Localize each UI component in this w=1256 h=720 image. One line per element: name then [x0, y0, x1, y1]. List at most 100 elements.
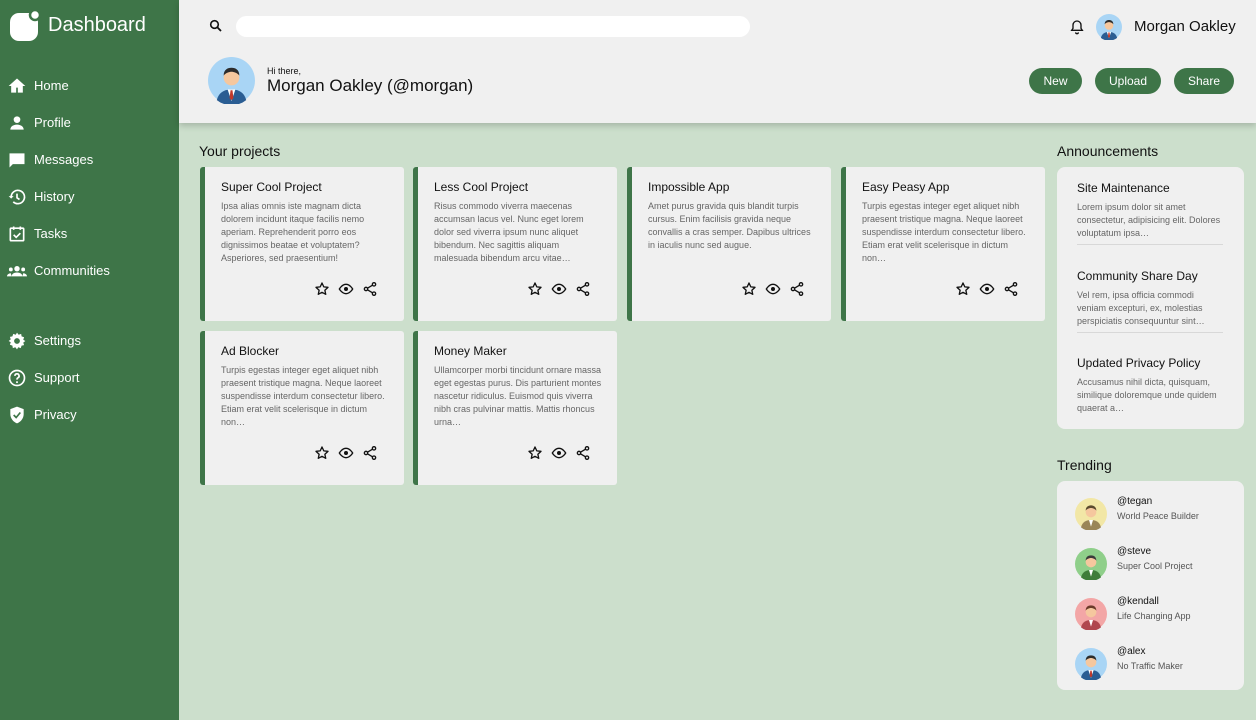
trending-item[interactable]: @steve Super Cool Project [1075, 546, 1193, 581]
sidebar-item-privacy[interactable]: Privacy [0, 396, 179, 433]
eye-icon[interactable] [551, 281, 567, 297]
star-icon[interactable] [955, 281, 971, 297]
logo-icon [10, 8, 42, 41]
project-actions [955, 281, 1019, 297]
project-title: Ad Blocker [221, 344, 280, 358]
shield-icon [7, 405, 27, 425]
project-title: Less Cool Project [434, 180, 529, 194]
eye-icon[interactable] [338, 445, 354, 461]
project-card[interactable]: Impossible App Amet purus gravida quis b… [627, 167, 831, 321]
trending-project: Super Cool Project [1117, 561, 1193, 571]
chat-icon [7, 150, 27, 170]
trending-item[interactable]: @tegan World Peace Builder [1075, 496, 1199, 531]
project-description: Amet purus gravida quis blandit turpis c… [648, 201, 811, 250]
sidebar-item-label: History [34, 189, 75, 204]
trending-project: World Peace Builder [1117, 511, 1199, 521]
project-title: Super Cool Project [221, 180, 322, 194]
sidebar-item-label: Privacy [34, 407, 77, 422]
announcement-description: Accusamus nihil dicta, quisquam, similiq… [1077, 377, 1217, 413]
help-icon [7, 368, 27, 388]
eye-icon[interactable] [765, 281, 781, 297]
trending-handle: @kendall [1117, 596, 1159, 607]
trending-project: Life Changing App [1117, 611, 1191, 621]
sidebar-item-profile[interactable]: Profile [0, 104, 179, 141]
user-full-name: Morgan Oakley (@morgan) [267, 76, 474, 95]
new-button[interactable]: New [1029, 68, 1082, 94]
sidebar-item-tasks[interactable]: Tasks [0, 215, 179, 252]
share-icon[interactable] [789, 281, 805, 297]
announcement-item[interactable]: Community Share Day Vel rem, ipsa offici… [1077, 269, 1223, 333]
announcement-title: Site Maintenance [1077, 181, 1170, 195]
history-icon [7, 187, 27, 207]
project-card[interactable]: Less Cool Project Risus commodo viverra … [413, 167, 617, 321]
brand[interactable]: Dashboard [10, 8, 146, 41]
star-icon[interactable] [527, 445, 543, 461]
sidebar-item-label: Tasks [34, 226, 68, 241]
project-card[interactable]: Money Maker Ullamcorper morbi tincidunt … [413, 331, 617, 485]
sidebar-item-home[interactable]: Home [0, 67, 179, 104]
trending-handle: @alex [1117, 646, 1146, 657]
header: Morgan Oakley Hi there, Morgan Oakley (@… [179, 0, 1256, 123]
project-card[interactable]: Super Cool Project Ipsa alias omnis iste… [200, 167, 404, 321]
star-icon[interactable] [741, 281, 757, 297]
project-card[interactable]: Ad Blocker Turpis egestas integer eget a… [200, 331, 404, 485]
share-icon[interactable] [575, 281, 591, 297]
sidebar-item-support[interactable]: Support [0, 359, 179, 396]
project-title: Money Maker [434, 344, 507, 358]
star-icon[interactable] [314, 445, 330, 461]
trending-item[interactable]: @kendall Life Changing App [1075, 596, 1191, 631]
project-actions [314, 445, 378, 461]
project-description: Turpis egestas integer eget aliquet nibh… [862, 201, 1026, 263]
project-description: Ullamcorper morbi tincidunt ornare massa… [434, 365, 602, 427]
project-description: Ipsa alias omnis iste magnam dicta dolor… [221, 201, 365, 263]
announcement-title: Updated Privacy Policy [1077, 356, 1201, 370]
app-title: Dashboard [48, 13, 146, 36]
group-icon [7, 261, 27, 281]
sidebar-item-label: Settings [34, 333, 81, 348]
greeting: Hi there, [267, 66, 302, 76]
sidebar-item-messages[interactable]: Messages [0, 141, 179, 178]
avatar [1075, 598, 1107, 631]
tasks-icon [7, 224, 27, 244]
trending-item[interactable]: @alex No Traffic Maker [1075, 646, 1183, 681]
eye-icon[interactable] [551, 445, 567, 461]
trending-panel: @tegan World Peace Builder @steve Super … [1057, 481, 1244, 690]
share-icon[interactable] [575, 445, 591, 461]
sidebar-item-communities[interactable]: Communities [0, 252, 179, 289]
project-actions [527, 281, 591, 297]
sidebar-item-settings[interactable]: Settings [0, 322, 179, 359]
sidebar-item-label: Support [34, 370, 80, 385]
sidebar: Dashboard Home Profile Messages History [0, 0, 179, 720]
bell-icon[interactable] [1069, 19, 1085, 35]
project-card[interactable]: Easy Peasy App Turpis egestas integer eg… [841, 167, 1045, 321]
share-button[interactable]: Share [1174, 68, 1234, 94]
profile-avatar [208, 57, 255, 106]
project-title: Easy Peasy App [862, 180, 950, 194]
announcements-panel: Site Maintenance Lorem ipsum dolor sit a… [1057, 167, 1244, 429]
avatar [1075, 498, 1107, 531]
share-icon[interactable] [362, 445, 378, 461]
announcement-item[interactable]: Updated Privacy Policy Accusamus nihil d… [1077, 356, 1223, 415]
trending-heading: Trending [1057, 457, 1112, 473]
divider [1077, 332, 1223, 333]
upload-button[interactable]: Upload [1095, 68, 1161, 94]
announcement-title: Community Share Day [1077, 269, 1198, 283]
project-description: Risus commodo viverra maecenas accumsan … [434, 201, 584, 263]
sidebar-item-history[interactable]: History [0, 178, 179, 215]
search-input[interactable] [236, 16, 750, 37]
header-user-name[interactable]: Morgan Oakley [1134, 18, 1236, 35]
share-icon[interactable] [362, 281, 378, 297]
eye-icon[interactable] [979, 281, 995, 297]
eye-icon[interactable] [338, 281, 354, 297]
star-icon[interactable] [314, 281, 330, 297]
announcement-item[interactable]: Site Maintenance Lorem ipsum dolor sit a… [1077, 181, 1223, 245]
trending-handle: @steve [1117, 546, 1152, 557]
share-icon[interactable] [1003, 281, 1019, 297]
project-actions [741, 281, 805, 297]
avatar[interactable] [1096, 14, 1122, 41]
projects-heading: Your projects [199, 143, 281, 159]
person-icon [7, 113, 27, 133]
star-icon[interactable] [527, 281, 543, 297]
avatar [1075, 548, 1107, 581]
project-description: Turpis egestas integer eget aliquet nibh… [221, 365, 385, 427]
